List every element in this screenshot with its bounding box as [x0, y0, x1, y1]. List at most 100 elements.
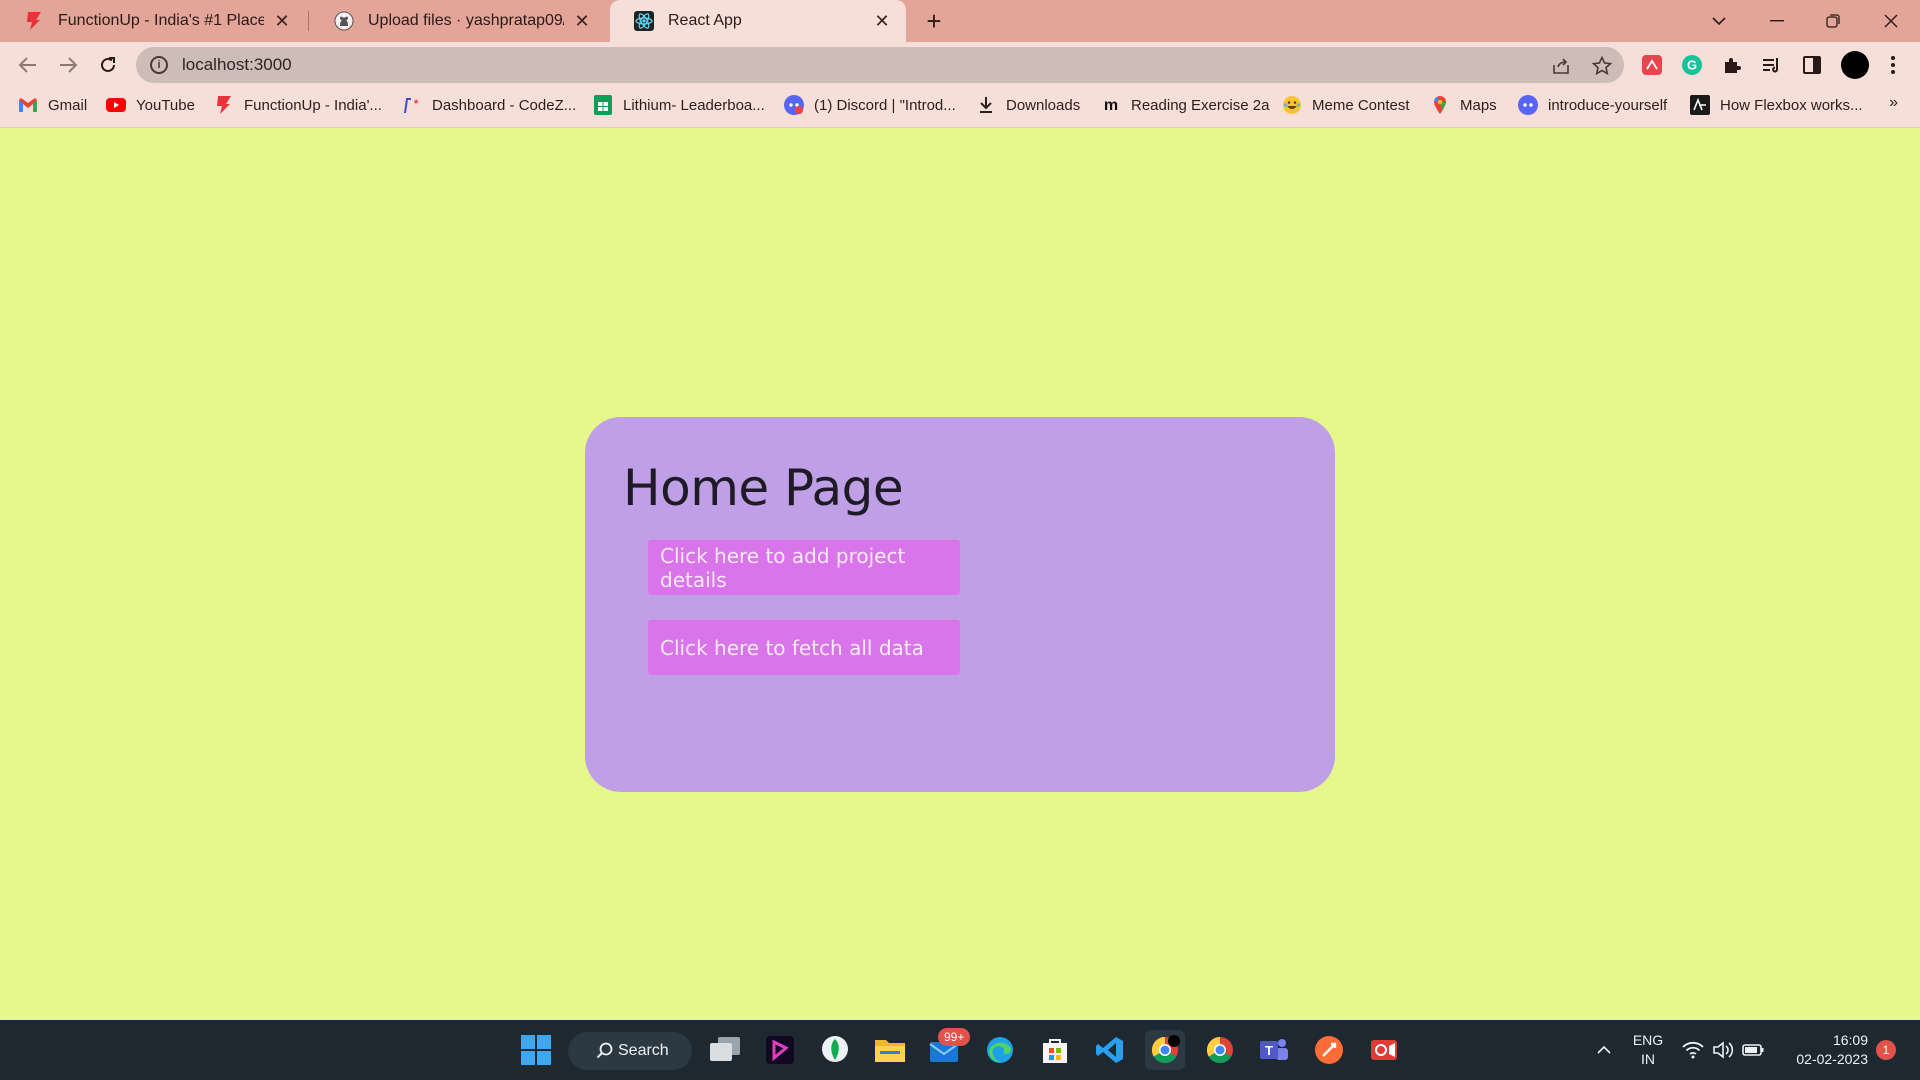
region-code: IN [1641, 1051, 1655, 1067]
tab-functionup[interactable]: FunctionUp - India's #1 Placement ✕ [0, 0, 306, 42]
bookmark-flexbox[interactable]: How Flexbox works... [1690, 88, 1863, 122]
reload-button[interactable] [93, 50, 123, 80]
start-windows-icon[interactable] [516, 1030, 556, 1070]
bookmark-reading-exercise[interactable]: m Reading Exercise 2a [1101, 88, 1270, 122]
tab-divider [308, 11, 309, 31]
functionup-icon [214, 95, 234, 115]
codezinger-icon: * [402, 95, 422, 115]
bookmark-meme-contest[interactable]: Meme Contest [1282, 88, 1410, 122]
grammarly-icon[interactable]: G [1681, 54, 1703, 76]
new-tab-button[interactable]: + [920, 8, 948, 36]
address-bar[interactable]: i localhost:3000 [136, 47, 1624, 83]
input-language[interactable]: ENG IN [1626, 1031, 1670, 1069]
functionup-icon [24, 11, 44, 31]
bookmark-introduce-yourself[interactable]: introduce-yourself [1518, 88, 1667, 122]
tab-title: React App [668, 12, 742, 29]
clock-time: 16:09 [1832, 1032, 1868, 1048]
bookmark-youtube[interactable]: YouTube [106, 88, 195, 122]
tab-strip: FunctionUp - India's #1 Placement ✕ Uplo… [0, 0, 1920, 42]
bookmark-label: Lithium- Leaderboa... [623, 96, 765, 114]
vscode-icon[interactable] [1090, 1030, 1130, 1070]
close-tab-icon[interactable]: ✕ [572, 11, 592, 31]
bookmark-label: Downloads [1006, 96, 1081, 114]
bookmark-label: (1) Discord | "Introd... [814, 96, 956, 114]
bookmark-functionup[interactable]: FunctionUp - India'... [214, 88, 382, 122]
fetch-all-data-button[interactable]: Click here to fetch all data [648, 620, 960, 675]
tab-search-icon[interactable] [1702, 4, 1736, 38]
media-queue-icon[interactable] [1761, 54, 1783, 76]
bookmark-label: YouTube [136, 96, 195, 114]
youtube-icon [106, 95, 126, 115]
close-window-button[interactable] [1874, 4, 1908, 38]
bookmark-label: FunctionUp - India'... [244, 96, 382, 114]
bookmark-label: introduce-yourself [1548, 96, 1668, 114]
screen-recorder-icon[interactable] [1364, 1030, 1404, 1070]
github-icon [334, 11, 354, 31]
minimize-button[interactable] [1760, 4, 1794, 38]
menu-kebab-icon[interactable] [1882, 54, 1904, 76]
postman-icon[interactable] [1309, 1030, 1349, 1070]
mongodb-compass-icon[interactable] [815, 1030, 855, 1070]
bookmark-star-icon[interactable] [1592, 56, 1612, 76]
tab-title: FunctionUp - India's #1 Placement [58, 12, 264, 29]
share-icon[interactable] [1551, 56, 1571, 76]
bookmark-discord-intro[interactable]: (1) Discord | "Introd... [784, 88, 956, 122]
maps-icon [1430, 95, 1450, 115]
battery-icon[interactable] [1738, 1030, 1768, 1070]
bookmark-gmail[interactable]: Gmail [18, 88, 87, 122]
clock-date: 02-02-2023 [1796, 1051, 1868, 1067]
language-code: ENG [1632, 1032, 1664, 1048]
bookmark-downloads[interactable]: Downloads [976, 88, 1080, 122]
mail-unread-badge: 99+ [938, 1028, 971, 1046]
volume-icon[interactable] [1708, 1030, 1738, 1070]
svg-text:m: m [1104, 97, 1118, 114]
svg-text:*: * [414, 98, 419, 110]
home-card: Home Page Click here to add project deta… [585, 417, 1335, 792]
notification-count-badge[interactable]: 1 [1876, 1040, 1896, 1060]
edge-icon[interactable] [980, 1030, 1020, 1070]
tab-github[interactable]: Upload files · yashpratap09/comp ✕ [310, 0, 606, 42]
tab-title: Upload files · yashpratap09/comp [368, 12, 564, 29]
extension-red-icon[interactable] [1641, 54, 1663, 76]
app-black-pink-icon[interactable] [760, 1030, 800, 1070]
add-project-details-button[interactable]: Click here to add project details [648, 540, 960, 595]
taskbar-search-label: Search [618, 1042, 669, 1059]
bookmark-label: Dashboard - CodeZ... [432, 96, 577, 114]
taskbar-search[interactable]: Search [568, 1032, 692, 1070]
bookmark-label: Reading Exercise 2a [1131, 96, 1270, 114]
microsoft-store-icon[interactable] [1035, 1030, 1075, 1070]
site-info-icon[interactable]: i [150, 56, 168, 74]
page-title: Home Page [623, 459, 904, 517]
emoji-icon [1282, 95, 1302, 115]
search-icon [596, 1042, 613, 1059]
profile-avatar[interactable] [1840, 50, 1870, 80]
extensions-puzzle-icon[interactable] [1721, 54, 1743, 76]
restore-button[interactable] [1816, 4, 1850, 38]
forward-button[interactable] [53, 50, 83, 80]
bookmarks-bar: Gmail YouTube FunctionUp - India'... * D… [0, 88, 1920, 128]
react-icon [634, 11, 654, 31]
wifi-icon[interactable] [1678, 1030, 1708, 1070]
side-panel-icon[interactable] [1801, 54, 1823, 76]
close-tab-icon[interactable]: ✕ [872, 11, 892, 31]
show-hidden-icons-chevron-icon[interactable] [1584, 1030, 1624, 1070]
bookmark-codezinger[interactable]: * Dashboard - CodeZ... [402, 88, 576, 122]
more-bookmarks-chevron-icon[interactable]: » [1889, 94, 1898, 112]
chrome-icon[interactable] [1200, 1030, 1240, 1070]
tab-react-app[interactable]: React App ✕ [610, 0, 906, 42]
chrome-profile-icon[interactable] [1145, 1030, 1185, 1070]
discord-icon [784, 95, 804, 115]
browser-toolbar: i localhost:3000 G [0, 42, 1920, 88]
back-button[interactable] [13, 50, 43, 80]
file-explorer-icon[interactable] [870, 1030, 910, 1070]
clock[interactable]: 16:09 02-02-2023 [1778, 1031, 1868, 1069]
svg-text:T: T [1265, 1043, 1273, 1058]
close-tab-icon[interactable]: ✕ [272, 11, 292, 31]
sheets-icon [593, 95, 613, 115]
bookmark-lithium-leaderboard[interactable]: Lithium- Leaderboa... [593, 88, 765, 122]
download-icon [976, 95, 996, 115]
task-view-icon[interactable] [705, 1030, 745, 1070]
bookmark-label: How Flexbox works... [1720, 96, 1863, 114]
teams-icon[interactable]: T [1254, 1030, 1294, 1070]
bookmark-maps[interactable]: Maps [1430, 88, 1497, 122]
